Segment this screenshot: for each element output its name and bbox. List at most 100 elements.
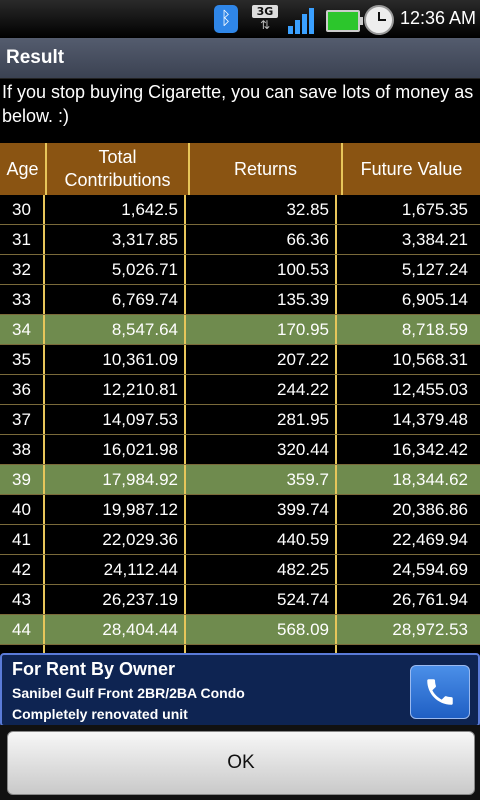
cell-total-contributions: 24,112.44 xyxy=(45,555,186,584)
cell-future-value: 22,469.94 xyxy=(392,530,468,549)
cell-total-contributions: 30,615.03 xyxy=(45,645,186,653)
cell-total-contributions: 19,987.12 xyxy=(45,495,186,524)
header-age: Age xyxy=(0,143,47,195)
results-table[interactable]: Age Total Contributions Returns Future V… xyxy=(0,143,480,653)
status-bar: ᛒ 3G ⇅ 12:36 AM xyxy=(0,0,480,38)
cell-age: 37 xyxy=(0,405,45,434)
header-total-contributions: Total Contributions xyxy=(47,143,190,195)
cell-future-value: 24,594.69 xyxy=(392,560,468,579)
cell-age: 35 xyxy=(0,345,45,374)
cell-age: 43 xyxy=(0,585,45,614)
cell-future-value: 12,455.03 xyxy=(392,380,468,399)
table-row: 43 26,237.19 524.74 26,761.94 xyxy=(0,585,480,615)
cell-future-value: 3,384.21 xyxy=(401,230,468,249)
cell-total-contributions: 17,984.92 xyxy=(45,465,186,494)
cell-age: 34 xyxy=(0,315,45,344)
ok-button[interactable]: OK xyxy=(7,731,475,795)
cell-future-value: 18,344.62 xyxy=(392,470,468,489)
cell-age: 36 xyxy=(0,375,45,404)
table-row: 30 1,642.5 32.85 1,675.35 xyxy=(0,195,480,225)
cell-returns: 440.59 xyxy=(186,525,337,554)
table-header: Age Total Contributions Returns Future V… xyxy=(0,143,480,195)
table-row: 32 5,026.71 100.53 5,127.24 xyxy=(0,255,480,285)
cell-future-value: 5,127.24 xyxy=(401,260,468,279)
cell-total-contributions: 16,021.98 xyxy=(45,435,186,464)
cell-total-contributions: 22,029.36 xyxy=(45,525,186,554)
cell-age: 30 xyxy=(0,195,45,224)
cell-total-contributions: 3,317.85 xyxy=(45,225,186,254)
cell-returns: 244.22 xyxy=(186,375,337,404)
button-bar: OK xyxy=(0,725,480,800)
cell-future-value: 31,227.33 xyxy=(337,645,474,653)
cell-total-contributions: 8,547.64 xyxy=(45,315,186,344)
cell-future-value: 6,905.14 xyxy=(401,290,468,309)
cell-future-value: 20,386.86 xyxy=(392,500,468,519)
cell-age: 38 xyxy=(0,435,45,464)
table-row: 31 3,317.85 66.36 3,384.21 xyxy=(0,225,480,255)
3g-data-icon: 3G ⇅ xyxy=(252,5,278,35)
table-row: 34 8,547.64 170.95 8,718.59 xyxy=(0,315,480,345)
cell-returns: 100.53 xyxy=(186,255,337,284)
cell-returns: 612.3 xyxy=(186,645,337,653)
table-row: 42 24,112.44 482.25 24,594.69 xyxy=(0,555,480,585)
table-row: 44 28,404.44 568.09 28,972.53 xyxy=(0,615,480,645)
cell-future-value: 16,342.42 xyxy=(392,440,468,459)
cell-returns: 281.95 xyxy=(186,405,337,434)
cell-returns: 135.39 xyxy=(186,285,337,314)
table-row: 41 22,029.36 440.59 22,469.94 xyxy=(0,525,480,555)
cell-future-value: 28,972.53 xyxy=(392,620,468,639)
cell-returns: 66.36 xyxy=(186,225,337,254)
cell-total-contributions: 26,237.19 xyxy=(45,585,186,614)
ad-line-1: Sanibel Gulf Front 2BR/2BA Condo xyxy=(12,685,245,701)
cell-total-contributions: 10,361.09 xyxy=(45,345,186,374)
phone-icon xyxy=(427,679,453,705)
cell-future-value: 10,568.31 xyxy=(392,350,468,369)
table-row: 40 19,987.12 399.74 20,386.86 xyxy=(0,495,480,525)
call-button[interactable] xyxy=(410,665,470,719)
table-row: 39 17,984.92 359.7 18,344.62 xyxy=(0,465,480,495)
cell-total-contributions: 12,210.81 xyxy=(45,375,186,404)
cell-age: 45 xyxy=(0,645,45,653)
ad-banner[interactable]: For Rent By Owner Sanibel Gulf Front 2BR… xyxy=(0,653,480,727)
cell-returns: 170.95 xyxy=(186,315,337,344)
cell-returns: 32.85 xyxy=(186,195,337,224)
ad-line-2: Completely renovated unit xyxy=(12,706,188,722)
cell-age: 31 xyxy=(0,225,45,254)
cell-returns: 320.44 xyxy=(186,435,337,464)
cell-age: 33 xyxy=(0,285,45,314)
table-row: 35 10,361.09 207.22 10,568.31 xyxy=(0,345,480,375)
table-row: 37 14,097.53 281.95 14,379.48 xyxy=(0,405,480,435)
cell-age: 32 xyxy=(0,255,45,284)
cell-total-contributions: 28,404.44 xyxy=(45,615,186,644)
ad-title: For Rent By Owner xyxy=(12,659,176,679)
cell-age: 39 xyxy=(0,465,45,494)
page-title: Result xyxy=(6,47,65,68)
intro-text: If you stop buying Cigarette, you can sa… xyxy=(2,82,474,126)
cell-age: 41 xyxy=(0,525,45,554)
header-future-value: Future Value xyxy=(360,158,463,179)
status-time: 12:36 AM xyxy=(399,8,476,28)
cell-returns: 524.74 xyxy=(186,585,337,614)
table-row: 36 12,210.81 244.22 12,455.03 xyxy=(0,375,480,405)
cell-future-value: 1,675.35 xyxy=(401,200,468,219)
title-bar: Result xyxy=(0,38,480,79)
cell-future-value: 26,761.94 xyxy=(392,590,468,609)
cell-total-contributions: 14,097.53 xyxy=(45,405,186,434)
signal-icon xyxy=(288,6,322,34)
cell-returns: 482.25 xyxy=(186,555,337,584)
header-returns: Returns xyxy=(190,143,343,195)
cell-age: 44 xyxy=(0,615,45,644)
network-type-label: 3G xyxy=(252,5,278,18)
table-body: 30 1,642.5 32.85 1,675.35 31 3,317.85 66.36 3,3… xyxy=(0,195,480,653)
cell-returns: 207.22 xyxy=(186,345,337,374)
cell-age: 42 xyxy=(0,555,45,584)
cell-returns: 568.09 xyxy=(186,615,337,644)
cell-total-contributions: 5,026.71 xyxy=(45,255,186,284)
cell-returns: 359.7 xyxy=(186,465,337,494)
alarm-clock-icon xyxy=(364,5,394,35)
table-row: 4530,615.03612.331,227.33 xyxy=(0,645,480,653)
bluetooth-icon: ᛒ xyxy=(214,5,238,33)
cell-total-contributions: 6,769.74 xyxy=(45,285,186,314)
battery-icon xyxy=(326,10,363,32)
table-row: 33 6,769.74 135.39 6,905.14 xyxy=(0,285,480,315)
